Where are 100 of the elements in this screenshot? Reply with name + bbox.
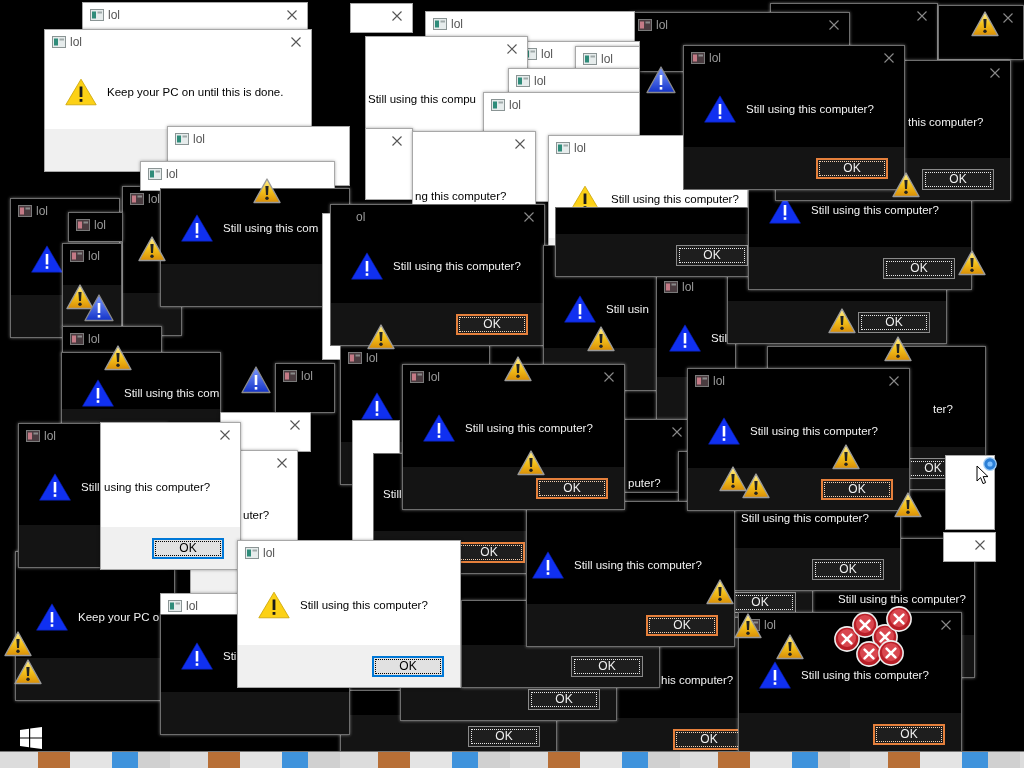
message-text: Still using this computer?: [750, 424, 878, 437]
close-icon[interactable]: [524, 212, 534, 222]
warning-icon: [832, 444, 860, 470]
ok-button[interactable]: OK: [922, 168, 994, 190]
ok-button[interactable]: OK: [468, 725, 540, 747]
window-title: lol: [186, 599, 198, 613]
close-icon[interactable]: [672, 427, 682, 437]
ok-button[interactable]: OK: [873, 723, 945, 745]
window-title: lol: [88, 332, 100, 346]
circle-icon: [983, 457, 997, 471]
app-icon: [18, 205, 32, 217]
window-title: lol: [88, 249, 100, 263]
message-text: ter?: [933, 403, 953, 415]
alert-icon: [181, 641, 213, 670]
message-text: uter?: [243, 509, 270, 521]
close-icon[interactable]: [290, 420, 300, 430]
close-icon[interactable]: [277, 458, 287, 468]
close-icon[interactable]: [604, 372, 614, 382]
ok-button[interactable]: OK: [528, 688, 600, 710]
close-icon[interactable]: [515, 139, 525, 149]
warning-icon: [734, 613, 762, 639]
ok-button[interactable]: OK: [858, 311, 930, 333]
four-squares-icon[interactable]: [20, 727, 42, 749]
warning-icon: [892, 172, 920, 198]
app-icon: [556, 142, 570, 154]
close-icon[interactable]: [220, 430, 230, 440]
close-icon[interactable]: [1003, 13, 1013, 23]
alert-icon: [82, 379, 114, 407]
alert-icon: [351, 252, 383, 280]
app-icon: [638, 19, 652, 31]
alert-icon: [669, 324, 701, 352]
message-text: Still using this computer?: [393, 260, 521, 272]
cursor-icon: [976, 465, 989, 485]
app-icon: [70, 333, 84, 345]
message-text: Still: [383, 487, 402, 500]
warning-icon: [517, 450, 545, 476]
alert-icon: [423, 414, 455, 442]
ok-button[interactable]: OK: [571, 655, 643, 677]
app-icon: [664, 281, 678, 293]
close-icon[interactable]: [941, 620, 951, 630]
app-icon: [245, 547, 259, 559]
close-icon[interactable]: [975, 540, 985, 550]
app-icon: [26, 430, 40, 442]
ok-button[interactable]: OK: [456, 313, 528, 335]
close-icon[interactable]: [287, 10, 297, 20]
window-title: lol: [70, 35, 82, 49]
app-icon: [148, 168, 162, 180]
window-title: lol: [366, 351, 378, 365]
warning-icon: [253, 178, 281, 204]
ok-button[interactable]: OK: [536, 477, 608, 499]
window-title: lol: [534, 74, 546, 88]
message-text: puter?: [628, 477, 661, 489]
alert-icon: [39, 472, 71, 501]
error-icon: [856, 641, 882, 667]
close-icon[interactable]: [889, 376, 899, 386]
ok-button[interactable]: OK: [152, 537, 224, 559]
app-icon: [175, 133, 189, 145]
alert-icon: [646, 66, 676, 94]
ok-button[interactable]: OK: [821, 478, 893, 500]
app-icon: [516, 75, 530, 87]
close-icon[interactable]: [829, 20, 839, 30]
warning-icon: [894, 492, 922, 518]
close-icon[interactable]: [507, 44, 517, 54]
ok-button[interactable]: OK: [372, 655, 444, 677]
close-icon[interactable]: [990, 68, 1000, 78]
close-icon[interactable]: [392, 11, 402, 21]
app-icon: [90, 9, 104, 21]
message-text: Still: [81, 480, 100, 493]
ok-button[interactable]: OK: [812, 558, 884, 580]
app-icon: [130, 193, 144, 205]
close-icon[interactable]: [392, 136, 402, 146]
warning-icon: [14, 659, 42, 685]
window-title: lol: [428, 370, 440, 384]
alert-icon: [704, 94, 736, 123]
message-text: Still using this com: [124, 387, 220, 399]
alert-icon: [181, 213, 213, 242]
close-icon[interactable]: [917, 11, 927, 21]
ok-button[interactable]: OK: [816, 157, 888, 179]
warning-icon: [138, 236, 166, 262]
alert-icon: [36, 603, 68, 631]
message-text: Still using this com: [223, 221, 319, 234]
app-icon: [583, 53, 597, 65]
window-title: lol: [764, 618, 776, 632]
app-icon: [168, 600, 182, 612]
ok-button[interactable]: OK: [646, 614, 718, 636]
message-text: his computer?: [661, 674, 734, 686]
message-text: Still using this computer?: [574, 559, 702, 571]
ok-button[interactable]: OK: [883, 257, 955, 279]
message-text: Stil: [711, 332, 727, 344]
warning-icon: [742, 473, 770, 499]
close-icon[interactable]: [884, 53, 894, 63]
ok-button[interactable]: OK: [676, 244, 748, 266]
window-title: lol: [509, 98, 521, 112]
warning-icon: [884, 336, 912, 362]
window-title: ol: [356, 210, 366, 224]
warning-icon: [706, 579, 734, 605]
close-icon[interactable]: [291, 37, 301, 47]
message-text: Still using this computer?: [801, 669, 929, 681]
alert-icon: [564, 295, 596, 323]
app-icon: [691, 52, 705, 64]
